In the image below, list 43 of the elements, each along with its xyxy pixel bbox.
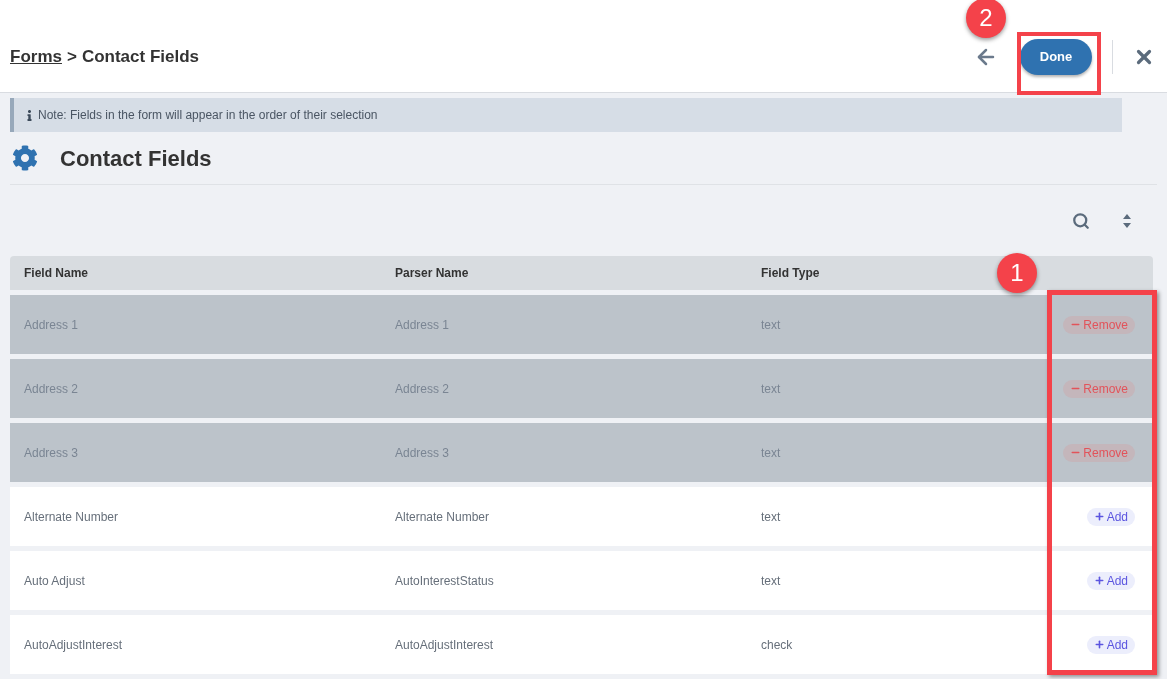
search-button[interactable] xyxy=(1072,211,1090,230)
search-icon xyxy=(1072,211,1090,230)
table-cell-text: AutoAdjustInterest xyxy=(395,636,495,654)
plus-icon xyxy=(1093,639,1105,650)
table-cell-text: Alternate Number xyxy=(395,508,491,526)
table-cell-text: Address 1 xyxy=(395,316,451,334)
table-cell-text: text xyxy=(761,508,782,526)
table-cell-text: Address 3 xyxy=(395,444,451,462)
step-marker: 1 xyxy=(997,253,1037,293)
table-row[interactable]: AutoAdjustInterest AutoAdjustInterest check Add xyxy=(10,615,1153,674)
table-cell-text: Alternate Number xyxy=(24,508,120,526)
sort-button[interactable] xyxy=(1122,212,1132,229)
breadcrumb-link[interactable]: Forms xyxy=(10,44,62,70)
plus-icon xyxy=(1093,511,1105,522)
breadcrumb-separator: > xyxy=(66,46,77,69)
table-cell-text: check xyxy=(761,636,794,654)
table-cell-text: text xyxy=(761,380,782,398)
breadcrumb-current: Contact Fields xyxy=(81,46,200,69)
table-cell-text: Address 3 xyxy=(24,444,80,462)
table-cell-text: Address 2 xyxy=(395,380,451,398)
column-header: Field Type xyxy=(761,265,820,282)
table-row[interactable]: Alternate Number Alternate Number text Add xyxy=(10,487,1153,546)
add-button[interactable]: Add xyxy=(1086,571,1135,590)
table-cell-text: text xyxy=(761,316,782,334)
table-cell-text: Address 1 xyxy=(24,316,80,334)
table-cell-text: AutoInterestStatus xyxy=(395,572,495,590)
column-header: Field Name xyxy=(24,265,89,282)
table-cell-text: text xyxy=(761,444,782,462)
column-header: Parser Name xyxy=(395,265,469,282)
info-icon xyxy=(24,109,35,121)
page-title: Contact Fields xyxy=(60,144,212,173)
sort-icon xyxy=(1122,212,1132,229)
table-cell-text: Auto Adjust xyxy=(24,572,86,590)
settings-icon xyxy=(12,145,38,171)
table-cell-text: AutoAdjustInterest xyxy=(24,636,124,654)
table-cell-text: text xyxy=(761,572,782,590)
add-button[interactable]: Add xyxy=(1086,507,1135,526)
plus-icon xyxy=(1093,575,1105,586)
done-button[interactable]: Done xyxy=(1020,39,1092,75)
table-row[interactable]: Auto Adjust AutoInterestStatus text Add xyxy=(10,551,1153,610)
note-text: Note: Fields in the form will appear in the order of their selection xyxy=(38,107,378,124)
table-cell-text: Address 2 xyxy=(24,380,80,398)
add-button[interactable]: Add xyxy=(1086,635,1135,654)
